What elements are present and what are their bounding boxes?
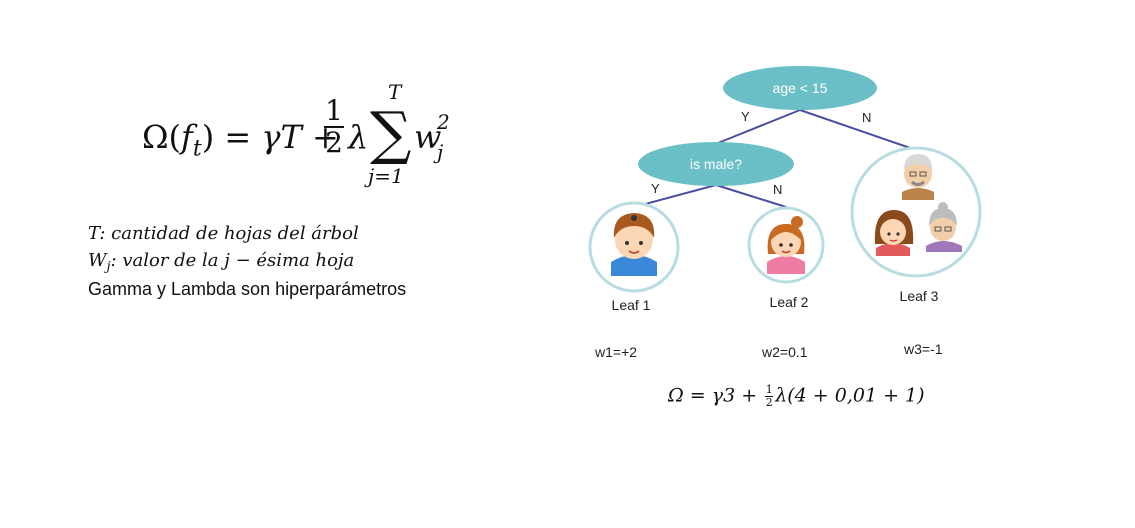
grandpa-icon bbox=[902, 154, 934, 200]
edge-root-yes bbox=[717, 109, 801, 144]
root-no-label: N bbox=[862, 110, 872, 125]
leaf-3-weight: w3=-1 bbox=[904, 341, 943, 357]
example-frac-den: 2 bbox=[765, 396, 773, 409]
root-yes-label: Y bbox=[741, 109, 750, 124]
leaf-1-label: Leaf 1 bbox=[611, 297, 651, 313]
child-no-label: N bbox=[773, 182, 783, 197]
woman-icon bbox=[874, 210, 914, 256]
example-half-fraction: 12 bbox=[765, 383, 774, 409]
leaf-2-weight: w2=0.1 bbox=[762, 344, 808, 360]
leaf-3-label: Leaf 3 bbox=[899, 288, 939, 304]
root-node-label: age < 15 bbox=[772, 80, 828, 96]
leaf-2-label: Leaf 2 bbox=[769, 294, 809, 310]
leaf-1-weight: w1=+2 bbox=[595, 344, 638, 360]
example-rhs: λ(4 + 0,01 + 1) bbox=[775, 384, 925, 407]
decision-tree bbox=[588, 66, 982, 293]
example-lhs: Ω = γ3 + bbox=[668, 384, 764, 407]
child-node-label: is male? bbox=[689, 156, 743, 172]
example-frac-num: 1 bbox=[765, 383, 773, 396]
child-yes-label: Y bbox=[651, 181, 660, 196]
edge-root-no bbox=[799, 109, 917, 151]
boy-icon bbox=[611, 213, 657, 276]
example-formula: Ω = γ3 + 1 2 λ(4 + 0,01 + 1) bbox=[668, 384, 925, 409]
